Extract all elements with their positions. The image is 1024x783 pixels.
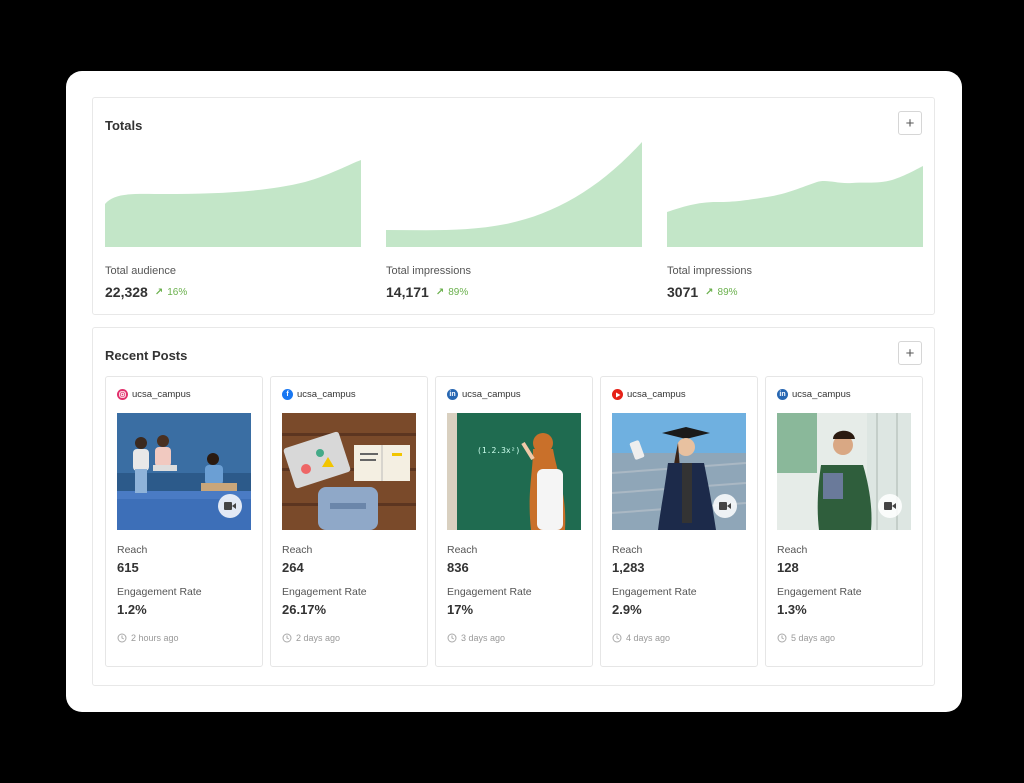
post-timestamp: 2 hours ago <box>117 633 179 643</box>
post-timestamp: 2 days ago <box>282 633 340 643</box>
trend-up-icon: ↗ <box>435 286 445 298</box>
totals-add-button[interactable]: + <box>898 111 922 135</box>
metric-label: Total impressions <box>386 265 471 277</box>
trend-percent: 89% <box>448 286 469 298</box>
trend-percent: 89% <box>717 286 738 298</box>
clock-icon <box>117 633 127 643</box>
post-card[interactable]: ucsa_campus <box>600 376 758 667</box>
metric-value-row: 14,171 ↗ 89% <box>386 284 468 300</box>
reach-value: 128 <box>777 560 799 575</box>
reach-value: 264 <box>282 560 304 575</box>
trend-percent: 16% <box>167 286 188 298</box>
linkedin-icon: in <box>777 389 788 400</box>
post-image[interactable] <box>282 413 416 530</box>
clock-icon <box>777 633 787 643</box>
dashboard-window: Totals + Total audience 22,328 ↗ 16% Tot… <box>66 71 962 712</box>
post-card[interactable]: in ucsa_campus (1.2.3x²) Reach 836 Engag… <box>435 376 593 667</box>
metric-total-impressions: Total impressions 14,171 ↗ 89% <box>386 142 642 302</box>
recent-posts-title: Recent Posts <box>105 348 188 363</box>
post-timestamp: 3 days ago <box>447 633 505 643</box>
totals-panel: Totals + Total audience 22,328 ↗ 16% Tot… <box>92 97 935 315</box>
reach-label: Reach <box>777 544 808 556</box>
post-handle: ucsa_campus <box>792 389 851 400</box>
clock-icon <box>612 633 622 643</box>
metric-value: 22,328 <box>105 284 148 300</box>
engagement-value: 17% <box>447 602 474 617</box>
engagement-label: Engagement Rate <box>282 586 367 598</box>
post-time-text: 3 days ago <box>461 633 506 643</box>
post-time-text: 2 hours ago <box>131 633 179 643</box>
engagement-value: 1.3% <box>777 602 807 617</box>
engagement-value: 2.9% <box>612 602 642 617</box>
reach-label: Reach <box>117 544 148 556</box>
post-time-text: 5 days ago <box>791 633 836 643</box>
metric-value-row: 22,328 ↗ 16% <box>105 284 187 300</box>
impressions-2-sparkline <box>667 166 923 247</box>
post-card[interactable]: in ucsa_campus Reach 128 Engagement Rate… <box>765 376 923 667</box>
metric-label: Total impressions <box>667 265 752 277</box>
trend-up-icon: ↗ <box>154 286 164 298</box>
post-image[interactable] <box>612 413 746 530</box>
engagement-value: 26.17% <box>282 602 327 617</box>
trend-up-icon: ↗ <box>705 286 714 298</box>
post-header: ucsa_campus <box>612 389 686 400</box>
post-handle: ucsa_campus <box>462 389 521 400</box>
impressions-area <box>386 142 642 247</box>
clock-icon <box>282 633 292 643</box>
instagram-icon <box>117 389 128 400</box>
metric-total-audience: Total audience 22,328 ↗ 16% <box>105 142 361 302</box>
video-icon <box>218 494 242 518</box>
video-icon <box>878 494 902 518</box>
audience-sparkline <box>105 160 361 247</box>
post-handle: ucsa_campus <box>297 389 356 400</box>
impressions-2-area <box>667 166 923 247</box>
post-header: f ucsa_campus <box>282 389 356 400</box>
metric-value: 3071 <box>667 284 699 300</box>
metric-value-row: 3071 ↗ 89% <box>667 284 738 300</box>
reach-value: 836 <box>447 560 469 575</box>
post-card[interactable]: ucsa_campus <box>105 376 263 667</box>
audience-area <box>105 160 361 247</box>
post-handle: ucsa_campus <box>132 389 191 400</box>
svg-text:(1.2.3x²): (1.2.3x²) <box>477 446 520 455</box>
post-header: in ucsa_campus <box>777 389 851 400</box>
engagement-label: Engagement Rate <box>117 586 202 598</box>
reach-value: 1,283 <box>612 560 645 575</box>
totals-title: Totals <box>105 118 143 133</box>
recent-posts-panel: Recent Posts + ucsa_campus Reach 615 Eng… <box>92 327 935 686</box>
post-image[interactable] <box>777 413 911 530</box>
video-icon <box>713 494 737 518</box>
post-header: in ucsa_campus <box>447 389 521 400</box>
post-time-text: 4 days ago <box>626 633 671 643</box>
post-card[interactable]: f ucsa_campus Reach 264 Engagement Rate … <box>270 376 428 667</box>
linkedin-icon: in <box>447 389 458 400</box>
engagement-value: 1.2% <box>117 602 147 617</box>
youtube-icon <box>612 389 623 400</box>
reach-label: Reach <box>447 544 478 556</box>
engagement-label: Engagement Rate <box>612 586 697 598</box>
recent-posts-add-button[interactable]: + <box>898 341 922 365</box>
facebook-icon: f <box>282 389 293 400</box>
engagement-label: Engagement Rate <box>447 586 532 598</box>
impressions-sparkline <box>386 142 642 247</box>
post-timestamp: 4 days ago <box>612 633 670 643</box>
post-image[interactable]: (1.2.3x²) <box>447 413 581 530</box>
reach-label: Reach <box>282 544 313 556</box>
post-handle: ucsa_campus <box>627 389 686 400</box>
post-timestamp: 5 days ago <box>777 633 835 643</box>
metric-total-impressions-2: Total impressions 3071 ↗ 89% <box>667 142 923 302</box>
metric-label: Total audience <box>105 265 176 277</box>
metric-value: 14,171 <box>386 284 429 300</box>
clock-icon <box>447 633 457 643</box>
post-header: ucsa_campus <box>117 389 191 400</box>
engagement-label: Engagement Rate <box>777 586 862 598</box>
reach-label: Reach <box>612 544 643 556</box>
reach-value: 615 <box>117 560 139 575</box>
post-time-text: 2 days ago <box>296 633 341 643</box>
post-image[interactable] <box>117 413 251 530</box>
